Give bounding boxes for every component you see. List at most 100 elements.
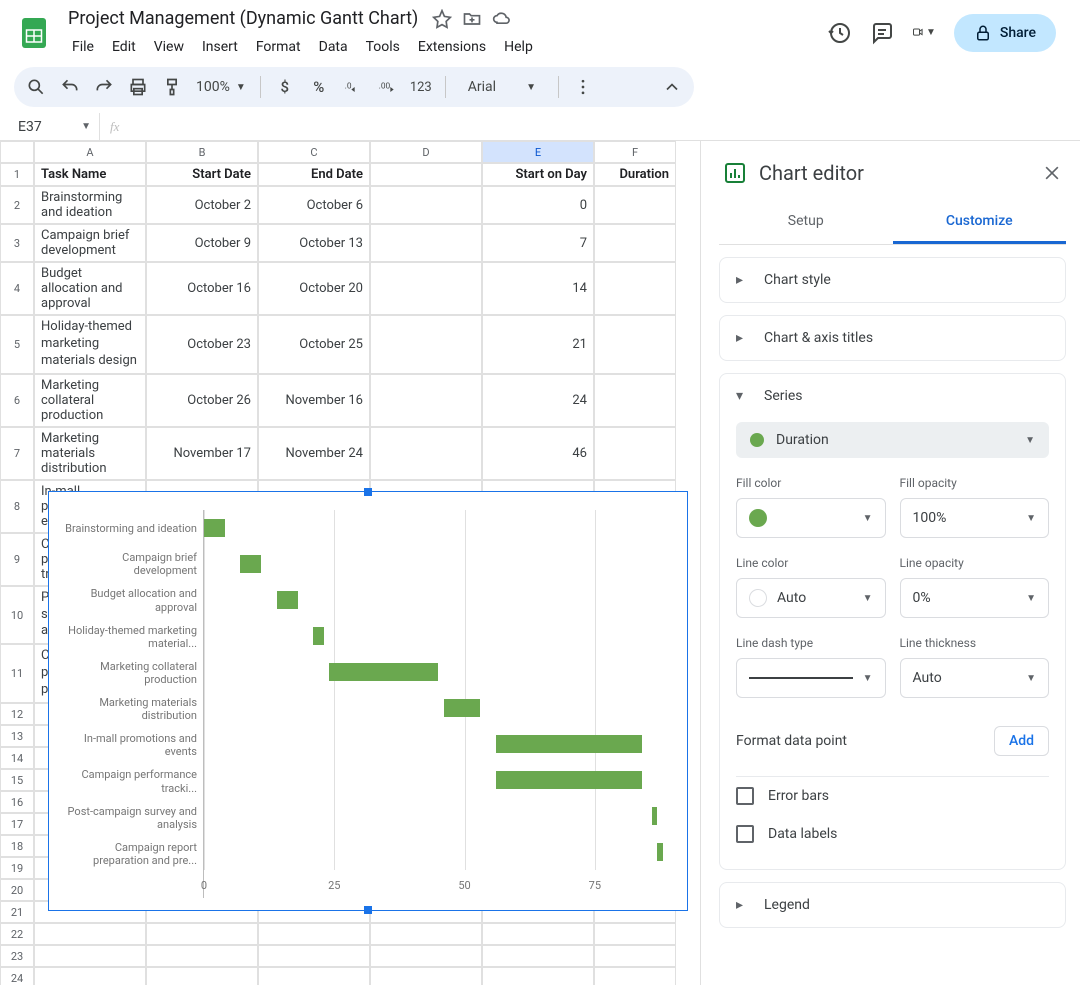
row-header[interactable]: 11 — [0, 644, 34, 703]
move-icon[interactable] — [462, 9, 482, 29]
embedded-chart[interactable]: Brainstorming and ideationCampaign brief… — [48, 491, 688, 911]
col-header-B[interactable]: B — [146, 141, 258, 163]
chart-handle-bottom[interactable] — [364, 906, 372, 914]
increase-decimal-icon[interactable]: .00 — [377, 77, 397, 97]
series-selector[interactable]: Duration ▼ — [736, 422, 1049, 458]
row-header[interactable]: 21 — [0, 901, 34, 923]
star-icon[interactable] — [432, 9, 452, 29]
row-header[interactable]: 15 — [0, 769, 34, 791]
row-header[interactable]: 6 — [0, 374, 34, 427]
cell[interactable]: 7 — [482, 224, 594, 262]
error-bars-checkbox[interactable]: Error bars — [736, 777, 1049, 815]
cell[interactable] — [594, 945, 676, 967]
col-header-C[interactable]: C — [258, 141, 370, 163]
col-header-E[interactable]: E — [482, 141, 594, 163]
cell[interactable] — [370, 967, 482, 985]
line-color-select[interactable]: Auto▼ — [736, 578, 886, 618]
cell[interactable]: Marketing materials distribution — [34, 427, 146, 480]
paint-format-icon[interactable] — [162, 77, 182, 97]
cell[interactable]: Task Name — [34, 163, 146, 186]
cell[interactable] — [370, 224, 482, 262]
percent-icon[interactable]: % — [309, 77, 329, 97]
cell[interactable] — [594, 427, 676, 480]
cell[interactable]: Brainstorming and ideation — [34, 186, 146, 224]
share-button[interactable]: Share — [954, 14, 1056, 52]
meet-icon[interactable]: ▼ — [912, 21, 936, 45]
cell[interactable] — [594, 923, 676, 945]
row-header[interactable]: 5 — [0, 315, 34, 374]
fill-color-select[interactable]: ▼ — [736, 498, 886, 538]
menu-edit[interactable]: Edit — [104, 35, 144, 59]
cell[interactable] — [370, 186, 482, 224]
redo-icon[interactable] — [94, 77, 114, 97]
cell[interactable]: October 26 — [146, 374, 258, 427]
tab-setup[interactable]: Setup — [719, 203, 893, 244]
font-select[interactable]: Arial▼ — [460, 79, 544, 95]
row-header[interactable]: 9 — [0, 533, 34, 586]
cell[interactable] — [594, 186, 676, 224]
cell[interactable]: 14 — [482, 262, 594, 315]
menu-help[interactable]: Help — [496, 35, 541, 59]
cell[interactable] — [370, 374, 482, 427]
cell[interactable]: 0 — [482, 186, 594, 224]
menu-file[interactable]: File — [64, 35, 102, 59]
cell[interactable] — [594, 315, 676, 374]
history-icon[interactable] — [828, 21, 852, 45]
cell[interactable]: October 13 — [258, 224, 370, 262]
cell[interactable] — [146, 945, 258, 967]
cell[interactable]: Start on Day — [482, 163, 594, 186]
cell[interactable] — [34, 967, 146, 985]
row-header[interactable]: 20 — [0, 879, 34, 901]
row-header[interactable]: 4 — [0, 262, 34, 315]
col-header-D[interactable]: D — [370, 141, 482, 163]
undo-icon[interactable] — [60, 77, 80, 97]
search-icon[interactable] — [26, 77, 46, 97]
name-box[interactable]: E37▼ — [10, 113, 100, 140]
row-header[interactable]: 13 — [0, 725, 34, 747]
cell[interactable]: Marketing collateral production — [34, 374, 146, 427]
zoom-select[interactable]: 100%▼ — [196, 79, 246, 95]
data-labels-checkbox[interactable]: Data labels — [736, 815, 1049, 853]
tab-customize[interactable]: Customize — [893, 203, 1067, 244]
cell[interactable] — [370, 315, 482, 374]
format-123-icon[interactable]: 123 — [411, 77, 431, 97]
currency-icon[interactable]: $ — [275, 77, 295, 97]
row-header[interactable]: 12 — [0, 703, 34, 725]
section-series-header[interactable]: ▾Series — [720, 374, 1065, 418]
cell[interactable]: October 6 — [258, 186, 370, 224]
cell[interactable]: 46 — [482, 427, 594, 480]
cell[interactable] — [594, 374, 676, 427]
cell[interactable]: Holiday-themed marketing materials desig… — [34, 315, 146, 374]
decrease-decimal-icon[interactable]: .0 — [343, 77, 363, 97]
row-header[interactable]: 3 — [0, 224, 34, 262]
col-header-F[interactable]: F — [594, 141, 676, 163]
doc-title[interactable]: Project Management (Dynamic Gantt Chart) — [64, 6, 422, 31]
add-data-point-button[interactable]: Add — [994, 726, 1049, 756]
cell[interactable] — [146, 967, 258, 985]
fill-opacity-select[interactable]: 100%▼ — [900, 498, 1050, 538]
comments-icon[interactable] — [870, 21, 894, 45]
cell[interactable]: October 2 — [146, 186, 258, 224]
cell[interactable]: November 24 — [258, 427, 370, 480]
col-header-A[interactable]: A — [34, 141, 146, 163]
cell[interactable]: Start Date — [146, 163, 258, 186]
line-thickness-select[interactable]: Auto▼ — [900, 658, 1050, 698]
cell[interactable] — [258, 967, 370, 985]
cell[interactable]: October 9 — [146, 224, 258, 262]
cell[interactable] — [258, 945, 370, 967]
cell[interactable]: November 17 — [146, 427, 258, 480]
cell[interactable] — [482, 967, 594, 985]
cell[interactable]: 24 — [482, 374, 594, 427]
menu-view[interactable]: View — [146, 35, 192, 59]
select-all-cell[interactable] — [0, 141, 34, 163]
menu-extensions[interactable]: Extensions — [410, 35, 494, 59]
close-icon[interactable] — [1042, 163, 1062, 183]
chart-handle-top[interactable] — [364, 488, 372, 496]
cell[interactable] — [34, 923, 146, 945]
row-header[interactable]: 8 — [0, 480, 34, 533]
cell[interactable] — [370, 163, 482, 186]
row-header[interactable]: 22 — [0, 923, 34, 945]
print-icon[interactable] — [128, 77, 148, 97]
collapse-toolbar-icon[interactable] — [662, 77, 682, 97]
menu-insert[interactable]: Insert — [194, 35, 246, 59]
